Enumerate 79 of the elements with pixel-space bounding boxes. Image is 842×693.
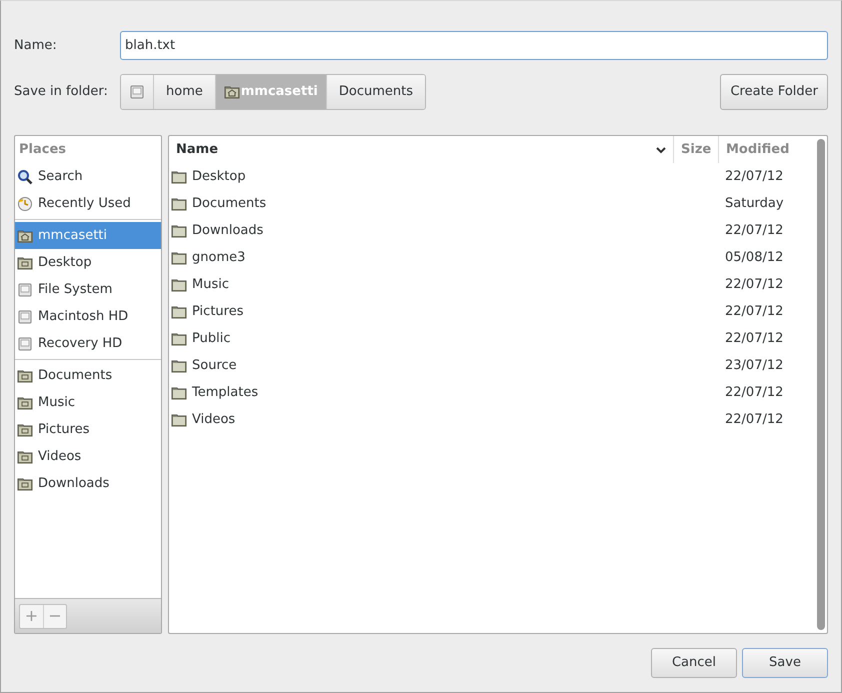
modified-cell-text: Saturday (724, 194, 785, 213)
create-folder-button[interactable]: Create Folder (720, 74, 828, 110)
modified-cell-text: 22/07/12 (724, 222, 784, 240)
folder-icon (171, 330, 187, 346)
file-name: Documents (192, 194, 266, 213)
file-name: Videos (192, 410, 236, 429)
drive-icon (17, 308, 33, 324)
file-name: Templates (192, 384, 258, 402)
folder-icon (17, 254, 33, 270)
file-name-cell[interactable]: Desktop (169, 166, 673, 186)
file-name: Desktop (192, 168, 246, 186)
file-name: Public (192, 330, 230, 348)
file-name-cell[interactable]: Videos (169, 410, 673, 430)
sidebar-heading: Places (18, 141, 68, 159)
sidebar-item[interactable]: Search (15, 163, 161, 190)
modified-cell-text: 22/07/12 (724, 276, 784, 294)
file-name: gnome3 (192, 248, 246, 267)
file-name: Pictures (192, 302, 244, 321)
folder-icon (17, 368, 33, 384)
path-button[interactable]: home (153, 75, 215, 109)
folder-icon (171, 168, 187, 184)
sidebar-item[interactable]: Downloads (15, 470, 161, 497)
modified-cell-text: 22/07/12 (724, 302, 784, 321)
file-name-cell[interactable]: Downloads (169, 220, 673, 240)
caret-icon (656, 146, 666, 154)
folder-icon (17, 394, 33, 410)
sidebar-item[interactable]: Pictures (15, 416, 161, 443)
sidebar-item[interactable]: Macintosh HD (15, 303, 161, 330)
sidebar-item[interactable]: Recovery HD (15, 330, 161, 357)
save-button[interactable]: Save (742, 648, 828, 678)
name-field[interactable]: blah.txt (120, 31, 828, 60)
folder-icon (17, 476, 33, 492)
folder-icon (171, 304, 187, 320)
sidebar-item[interactable]: Music (15, 389, 161, 416)
folder-icon (171, 250, 187, 266)
sidebar-item[interactable]: Desktop (15, 249, 161, 276)
folder-icon (171, 196, 187, 212)
home-folder-icon (224, 84, 240, 100)
search-icon (17, 168, 33, 184)
scrollbar-thumb[interactable] (816, 139, 824, 630)
modified-cell-text: 22/07/12 (724, 384, 784, 402)
name-label: Name: (14, 36, 58, 55)
file-name-cell[interactable]: Documents (169, 194, 673, 214)
home-folder-icon (17, 228, 33, 244)
sidebar-item[interactable]: Videos (15, 443, 161, 470)
file-name-cell[interactable]: Pictures (169, 302, 673, 322)
file-name-cell[interactable]: Templates (169, 382, 673, 402)
drive-icon (17, 336, 33, 352)
drive-icon (129, 84, 145, 100)
file-name: Source (192, 356, 237, 375)
column-header[interactable]: Name (169, 136, 673, 163)
file-name-cell[interactable]: gnome3 (169, 248, 673, 268)
file-name: Downloads (192, 222, 264, 240)
folder-icon (17, 422, 33, 438)
folder-icon (171, 222, 187, 238)
sidebar-item[interactable]: File System (15, 276, 161, 303)
folder-icon (171, 412, 187, 428)
sidebar-item[interactable]: Recently Used (15, 190, 161, 217)
modified-cell-text: 22/07/12 (724, 168, 784, 186)
file-name-cell[interactable]: Source (169, 356, 673, 376)
folder-icon (171, 358, 187, 374)
cancel-button[interactable]: Cancel (651, 648, 737, 678)
file-name-cell[interactable]: Public (169, 328, 673, 348)
modified-cell-text: 23/07/12 (724, 356, 784, 375)
save-in-label: Save in folder: (14, 83, 109, 102)
modified-cell-text: 22/07/12 (724, 410, 784, 429)
column-label: Name (176, 140, 218, 159)
folder-icon (171, 276, 187, 292)
file-name-cell[interactable]: Music (169, 274, 673, 294)
folder-icon (171, 384, 187, 400)
file-name: Music (192, 276, 229, 294)
sidebar-item[interactable]: Documents (15, 362, 161, 389)
drive-icon (17, 282, 33, 298)
path-button[interactable] (121, 75, 153, 109)
folder-icon (17, 448, 33, 464)
path-button[interactable]: Documents (326, 75, 425, 109)
modified-cell-text: 05/08/12 (724, 248, 784, 267)
clock-icon (17, 196, 33, 212)
modified-cell-text: 22/07/12 (724, 330, 784, 348)
